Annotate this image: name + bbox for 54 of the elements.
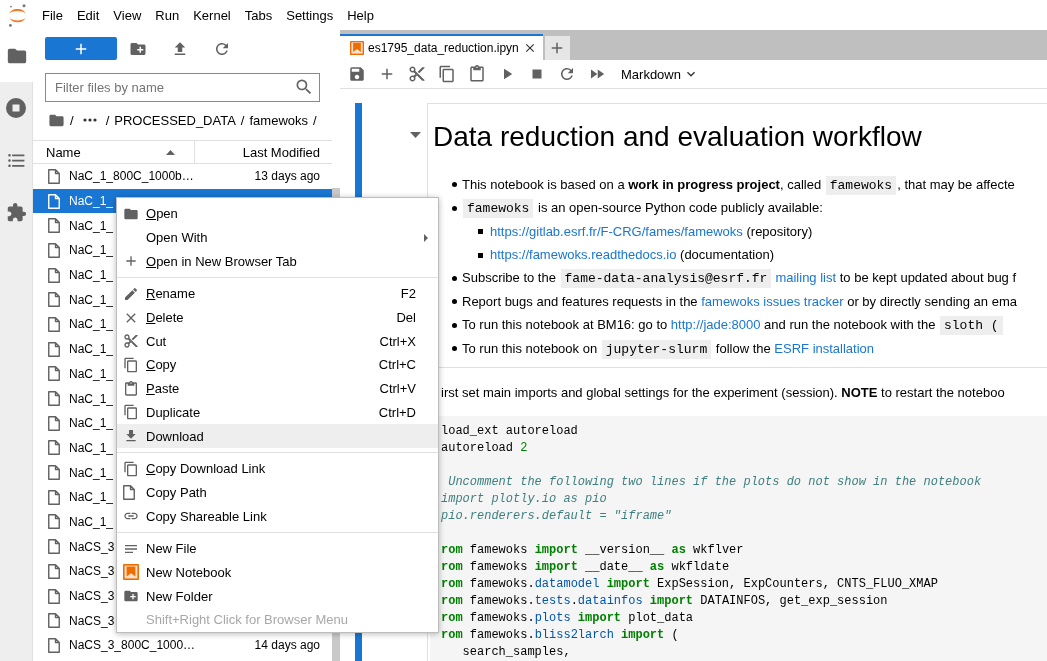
bullet-text: Report bugs and features requests in the famewoks issues tracker or by directly sending an ema [462,293,1017,312]
menu-item: Shift+Right Click for Browser Menu [145,611,349,630]
paragraph-text: irst set main imports and global settings for the experiment (session). NOTE to restart the noteboo [440,383,1006,402]
file-name: NaC_1_ [69,366,114,381]
file-name: NaC_1_ [69,218,114,233]
code-line: rom famewoks.datamodel import ExpSession, ExpCounters, CNTS_FLUO_XMAP [441,576,939,594]
inline-code: fame-data-analysis@esrf.fr [560,269,772,289]
inline-code: famewoks [463,199,534,219]
file-name: NaC_1_ [69,292,114,307]
path-separator: / [313,112,317,128]
bullet-text: To run this notebook on jupyter-slurm follow the ESRF installation [462,338,875,361]
code-line: Uncomment the following two lines if the plots do not show in the notebook [447,474,983,492]
file-name: NaC_1_ [69,268,114,283]
bullet-text: https://gitlab.esrf.fr/F-CRG/fames/famewoks (repository) [490,223,813,242]
file-name: NaCS_3 [69,589,115,604]
file-name: NaC_1_ [69,243,114,258]
file-name: NaC_1_800C_1000b… [69,169,194,184]
modified-date: 14 days ago [254,638,320,653]
bullet-text: Subscribe to the fame-data-analysis@esrf.fr mailing list to be kept updated about bug f [462,268,1017,291]
code-line: rom famewoks.plots import plot_data [441,610,695,628]
path-separator: / [70,112,74,128]
code-line: import plotly.io as pio [441,491,608,509]
file-name: NaC_1_ [69,465,114,480]
file-name: NaC_1_ [69,342,114,357]
file-name: NaCS_3 [69,539,115,554]
file-name: NaCS_3 [69,613,115,628]
code-line: load_ext autoreload [441,423,579,441]
file-name: NaC_1_ [69,391,114,406]
code-line: pio.renderers.default = "iframe" [441,508,673,526]
bullet-text: famewoks is an open-source Python code publicly available: [462,196,823,221]
code-line: rom famewoks import __version__ as wkflver [441,542,745,560]
notebook-heading: Data reduction and evaluation workflow [433,120,923,154]
inline-code: jupyter-slurm [601,339,712,359]
code-line: rom famewoks.bliss2larch import ( [441,627,680,645]
code-line: rom famewoks.tests.datainfos import DATAINFOS, get_exp_session [441,593,889,611]
path-separator: / [105,112,110,128]
inline-code: sloth ( [940,316,1003,336]
modified-date: 13 days ago [254,169,320,184]
file-name: NaC_1_ [69,490,114,505]
file-name: NaC_1_ [69,416,114,431]
inline-code: famewoks [825,175,897,195]
code-line: search_samples, [461,644,572,661]
file-name: NaC_1_ [69,514,114,529]
code-line: autoreload 2 [441,440,529,458]
bullet-text: To run this notebook at BM16: go to http://jade:8000 and run the notebook with the sloth ( [462,313,1004,338]
file-name: NaC_1_ [69,317,114,332]
file-name: NaC_1_ [69,194,114,209]
file-name: NaCS_3_800C_1000… [69,638,196,653]
code-line: rom famewoks import __date__ as wkfldate [441,559,731,577]
file-name: NaC_1_ [69,440,114,455]
bullet-text: https://famewoks.readthedocs.io (documentation) [490,246,774,265]
bullet-text: This notebook is based on a work in progress project, called famewoks , that may be affecte [462,174,1015,197]
file-name: NaCS_3 [69,564,115,579]
path-separator: / [240,112,245,128]
